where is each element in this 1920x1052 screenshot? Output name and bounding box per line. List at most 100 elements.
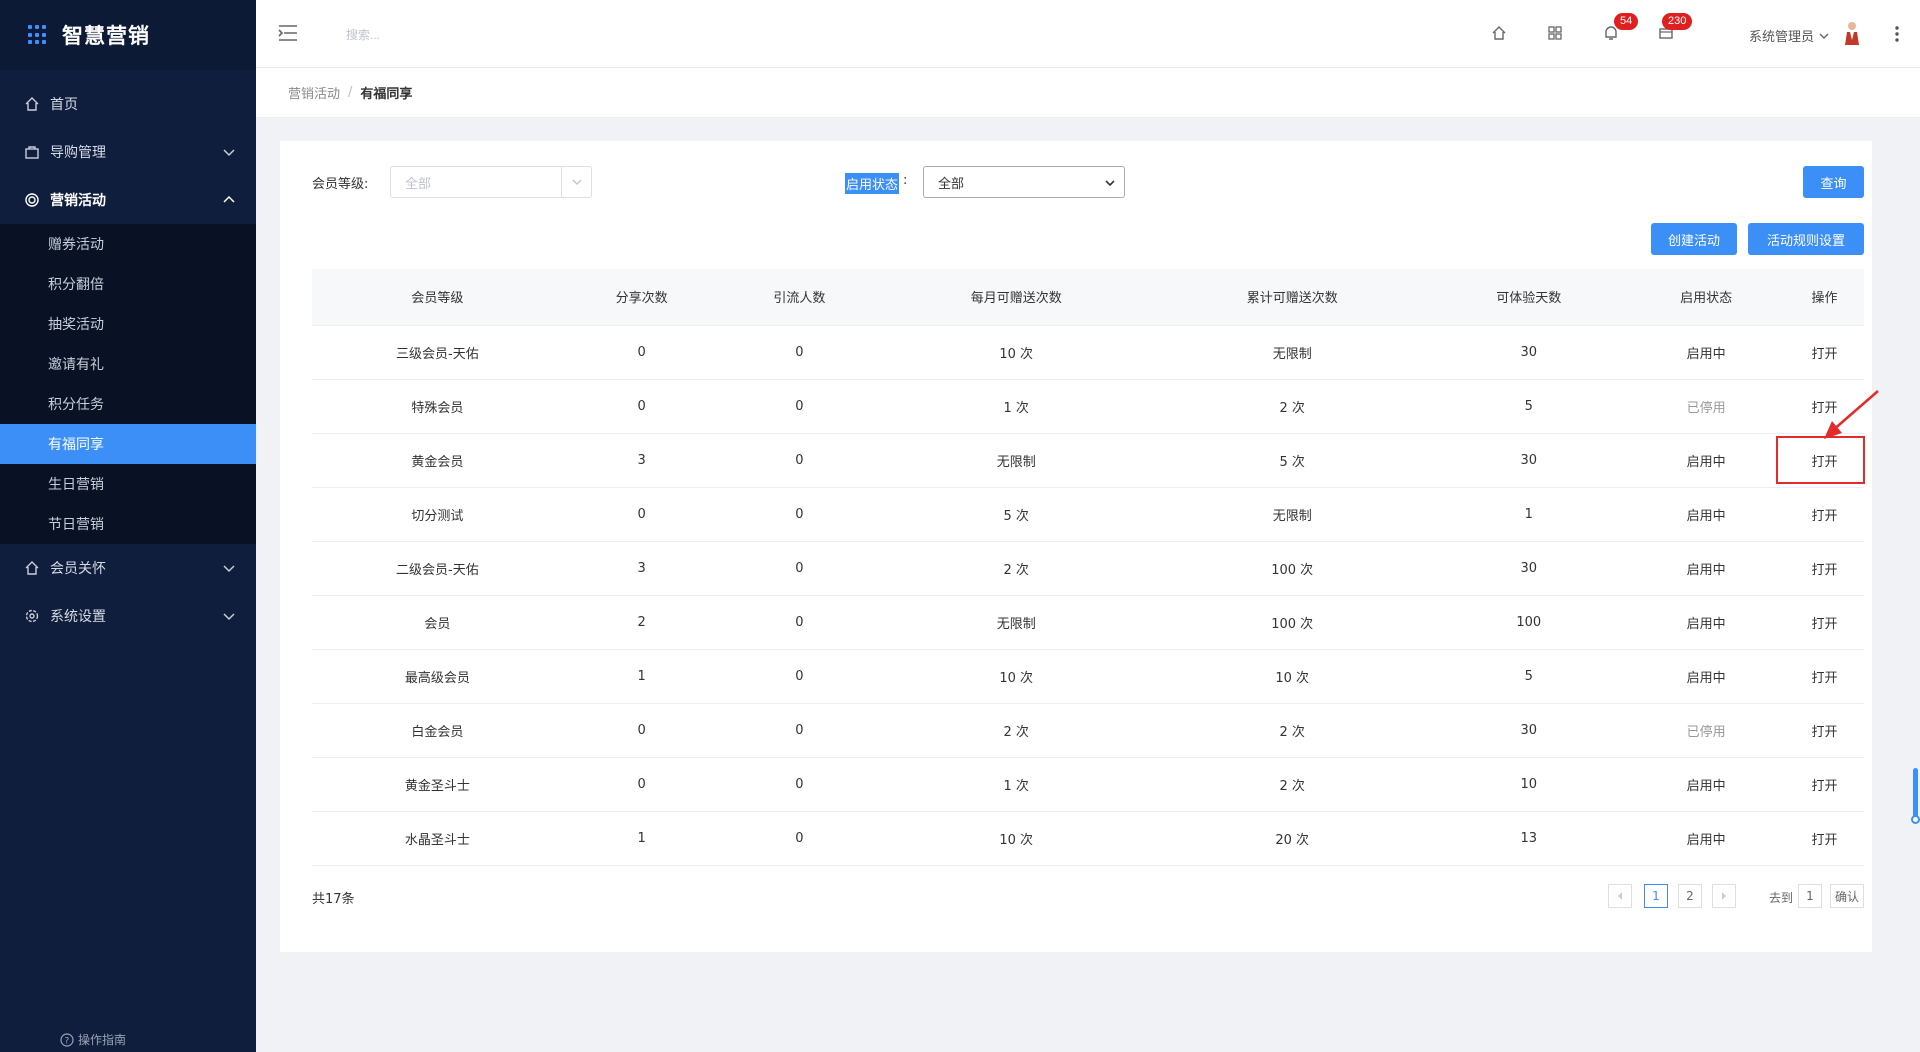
target-icon [25,193,39,207]
table-cell: 启用中 [1627,594,1786,649]
sidebar-item-member-care[interactable]: 会员关怀 [0,544,256,592]
table-cell: 二级会员-天佑 [312,540,563,595]
activity-rules-button[interactable]: 活动规则设置 [1748,223,1864,255]
table-cell: 无限制 [1154,324,1431,379]
table-cell: 已停用 [1627,702,1786,757]
column-header: 可体验天数 [1430,269,1628,325]
next-page-button[interactable] [1712,884,1736,908]
sidebar-item-label: 系统设置 [50,609,106,625]
query-button[interactable]: 查询 [1803,166,1864,198]
open-link[interactable]: 打开 [1785,702,1864,757]
table-cell: 无限制 [1154,486,1431,541]
table-row: 切分测试 0 0 5 次无限制 1 启用中 打开 [312,486,1864,541]
status-select-value: 全部 [938,176,965,192]
goto-page-input[interactable]: 1 [1798,884,1822,908]
scrollbar-thumb[interactable] [1913,768,1918,822]
sidebar-subitem[interactable]: 邀请有礼 [0,344,256,384]
more-vertical-icon[interactable] [1894,24,1900,44]
chevron-down-icon [223,149,235,157]
total-count: 共17条 [312,892,355,907]
table-cell: 2 次 [1154,756,1431,811]
member-level-select[interactable]: 全部 [390,166,592,198]
open-link[interactable]: 打开 [1785,594,1864,649]
menu-toggle-icon[interactable] [278,24,298,42]
member-level-placeholder: 全部 [405,176,432,192]
sidebar-item-guide-management[interactable]: 导购管理 [0,128,256,176]
svg-text:?: ? [65,1036,70,1046]
table-row: 二级会员-天佑 3 0 2 次 100 次 30 启用中 打开 [312,540,1864,595]
table-cell: 100 [1430,594,1628,649]
chevron-down-icon [561,167,591,197]
top-header: 54 230 系统管理员 [256,0,1920,68]
table-cell: 10 次 [878,648,1155,703]
gear-icon [25,609,39,623]
avatar[interactable] [1842,20,1862,46]
annotation-arrow-icon [1824,390,1879,439]
table-cell: 30 [1430,432,1628,487]
open-link[interactable]: 打开 [1785,540,1864,595]
user-name: 系统管理员 [1748,30,1814,45]
table-row: 黄金会员 3 0 无限制 5 次 30 启用中 打开 [312,432,1864,487]
sidebar-subitem[interactable]: 积分任务 [0,384,256,424]
table-cell: 水晶圣斗士 [312,810,563,866]
sidebar-item-marketing[interactable]: 营销活动 [0,176,256,224]
mail-badge: 230 [1662,13,1693,30]
status-label-colon: : [903,173,908,188]
sidebar-subitem[interactable]: 抽奖活动 [0,304,256,344]
home-icon[interactable] [1490,24,1508,42]
open-link[interactable]: 打开 [1785,756,1864,811]
table-cell: 切分测试 [312,486,563,541]
open-link[interactable]: 打开 [1785,648,1864,703]
bell-badge: 54 [1614,13,1639,30]
status-select[interactable]: 全部 [923,166,1125,198]
search-input[interactable] [346,24,646,46]
sidebar-item-settings[interactable]: 系统设置 [0,592,256,640]
table-cell: 2 次 [1154,378,1431,433]
column-header: 引流人数 [720,269,879,325]
chevron-down-icon [1819,33,1829,39]
table-cell: 启用中 [1627,324,1786,379]
app-title: 智慧营销 [62,24,150,48]
activity-table: 会员等级 分享次数 引流人数 每月可赠送次数 累计可赠送次数 可体验天数 启用状… [312,269,1864,866]
page-button[interactable]: 2 [1678,884,1702,908]
table-cell: 10 [1430,756,1628,811]
sidebar-subitem[interactable]: 赠券活动 [0,224,256,264]
content-card: 会员等级: 全部 启用状态 : 全部 查询 创建活动 活动规则设置 会员等级 分… [280,141,1879,952]
goto-confirm-button[interactable]: 确认 [1830,884,1864,908]
column-header: 累计可赠送次数 [1154,269,1431,325]
apps-icon[interactable] [1546,24,1564,42]
guide-link[interactable]: ? 操作指南 [60,1031,126,1048]
prev-page-button[interactable] [1608,884,1632,908]
create-activity-button[interactable]: 创建活动 [1651,223,1737,255]
sidebar-subitem[interactable]: 节日营销 [0,504,256,544]
table-cell: 2 次 [878,702,1155,757]
open-link[interactable]: 打开 [1785,486,1864,541]
chevron-left-icon [1618,892,1622,900]
open-link[interactable]: 打开 [1785,810,1864,866]
breadcrumb-parent[interactable]: 营销活动 [288,83,340,102]
breadcrumb-current: 有福同享 [360,87,413,102]
table-row: 水晶圣斗士 1 0 10 次 20 次 13 启用中 打开 [312,810,1864,866]
page-button-active[interactable]: 1 [1644,884,1668,908]
chevron-up-icon [223,195,235,203]
bag-icon [25,146,39,159]
table-cell: 0 [720,378,879,433]
open-link[interactable]: 打开 [1785,324,1864,379]
sidebar-subitem[interactable]: 生日营销 [0,464,256,504]
sidebar-subitem[interactable]: 积分翻倍 [0,264,256,304]
table-cell: 启用中 [1627,810,1786,866]
table-cell: 启用中 [1627,540,1786,595]
scrollbar-handle[interactable] [1911,815,1920,824]
table-cell: 启用中 [1627,756,1786,811]
table-cell: 5 [1430,378,1628,433]
sidebar-item-home[interactable]: 首页 [0,80,256,128]
member-level-label: 会员等级: [312,177,369,192]
table-cell: 0 [562,702,721,757]
sidebar-subitem-active[interactable]: 有福同享 [0,424,256,464]
user-menu[interactable]: 系统管理员 [1749,26,1830,45]
chevron-right-icon [1722,892,1726,900]
table-cell: 0 [720,702,879,757]
logo: 智慧营销 [0,0,256,70]
table-cell: 1 [562,810,721,866]
table-cell: 10 次 [878,324,1155,379]
